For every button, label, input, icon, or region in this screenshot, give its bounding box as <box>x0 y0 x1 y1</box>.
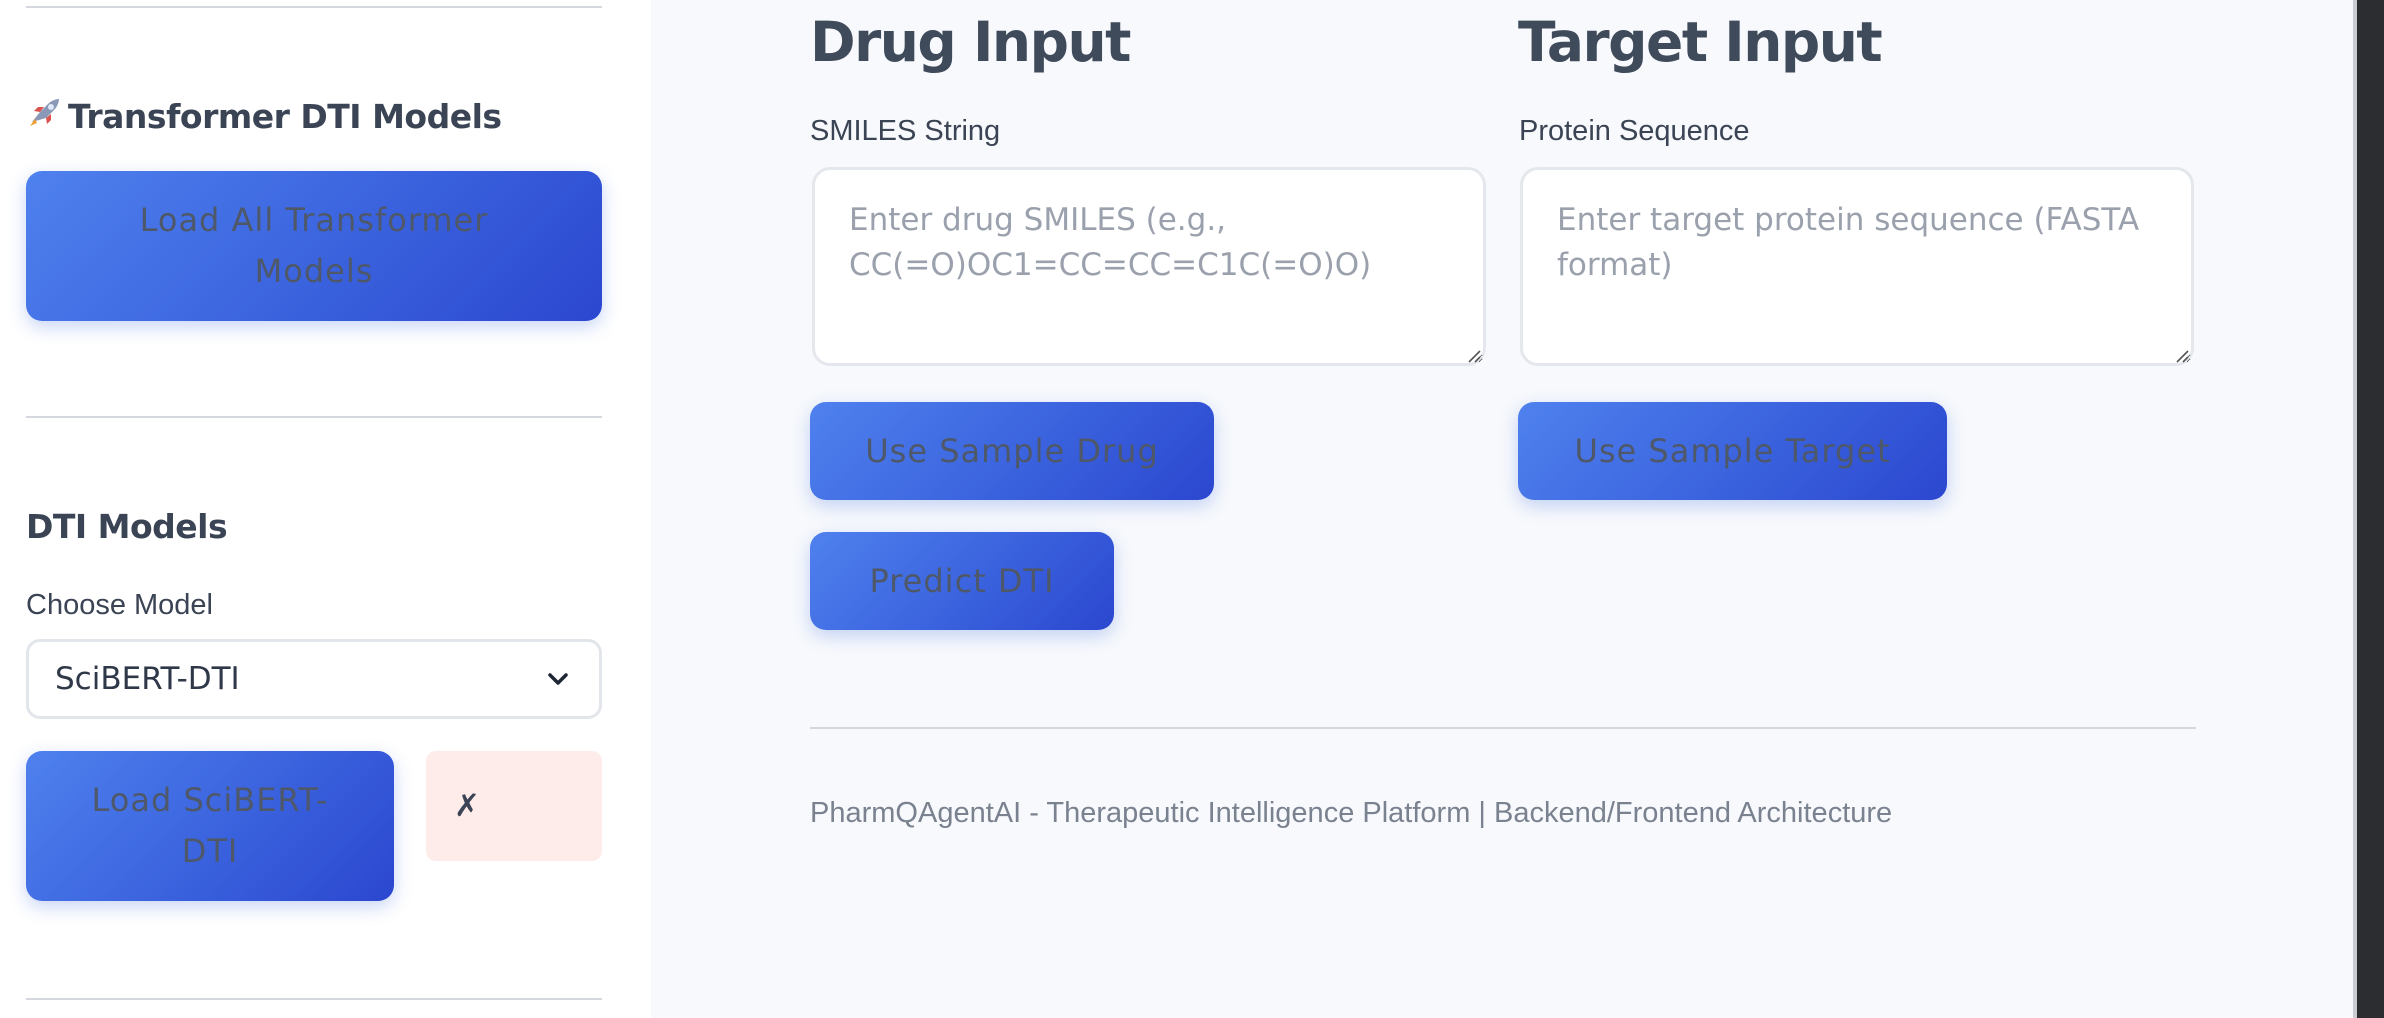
sidebar-divider <box>26 416 602 418</box>
load-model-button[interactable]: Load SciBERT-DTI <box>26 751 394 901</box>
smiles-label: SMILES String <box>810 115 1001 147</box>
use-sample-target-button[interactable]: Use Sample Target <box>1518 402 1947 500</box>
dti-models-heading: DTI Models <box>26 507 228 546</box>
drug-input-title: Drug Input <box>810 10 1131 74</box>
protein-sequence-label: Protein Sequence <box>1519 115 1750 147</box>
use-sample-drug-button[interactable]: Use Sample Drug <box>810 402 1214 500</box>
rocket-icon <box>26 96 62 136</box>
predict-dti-button[interactable]: Predict DTI <box>810 532 1114 630</box>
model-select[interactable]: SciBERT-DTI <box>26 639 602 719</box>
model-select-value: SciBERT-DTI <box>55 661 240 697</box>
target-input-title: Target Input <box>1518 10 1883 74</box>
sidebar-divider <box>26 6 602 8</box>
close-icon: ✗ <box>454 788 480 823</box>
sidebar-divider <box>26 998 602 1000</box>
scrollbar[interactable] <box>2353 0 2384 1018</box>
model-status-button[interactable]: ✗ <box>426 751 602 861</box>
choose-model-label: Choose Model <box>26 589 213 621</box>
transformer-models-heading: Transformer DTI Models <box>26 96 502 136</box>
scrollbar-edge <box>2353 0 2357 1018</box>
sidebar: Transformer DTI Models Load All Transfor… <box>0 0 651 1018</box>
smiles-input[interactable] <box>812 167 1486 366</box>
protein-sequence-input[interactable] <box>1520 167 2194 366</box>
load-all-transformer-models-button[interactable]: Load All Transformer Models <box>26 171 602 321</box>
chevron-down-icon <box>545 666 571 692</box>
main-divider <box>810 727 2196 729</box>
footer-text: PharmQAgentAI - Therapeutic Intelligence… <box>810 797 1893 829</box>
